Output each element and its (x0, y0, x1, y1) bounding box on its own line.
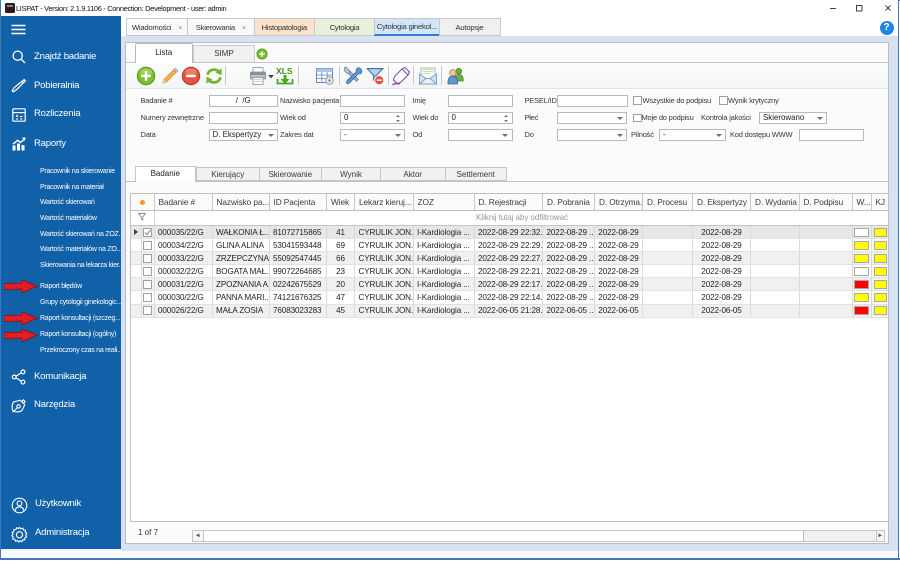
svg-text:XLS: XLS (276, 66, 293, 76)
